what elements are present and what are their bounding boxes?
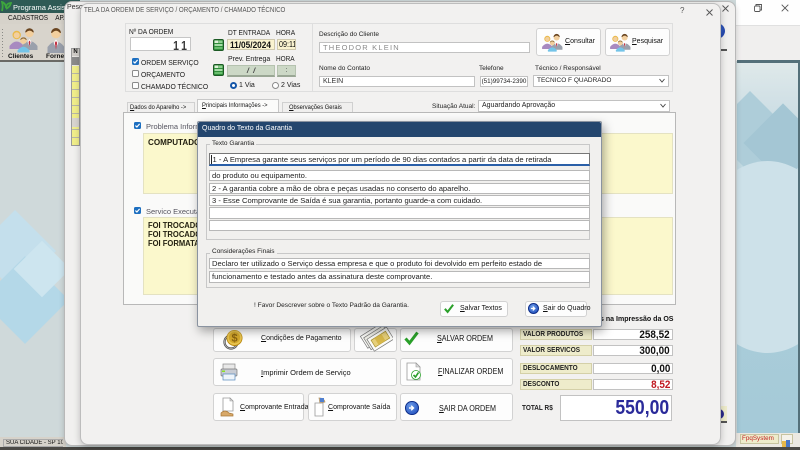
svg-text:$: $ <box>231 333 237 345</box>
